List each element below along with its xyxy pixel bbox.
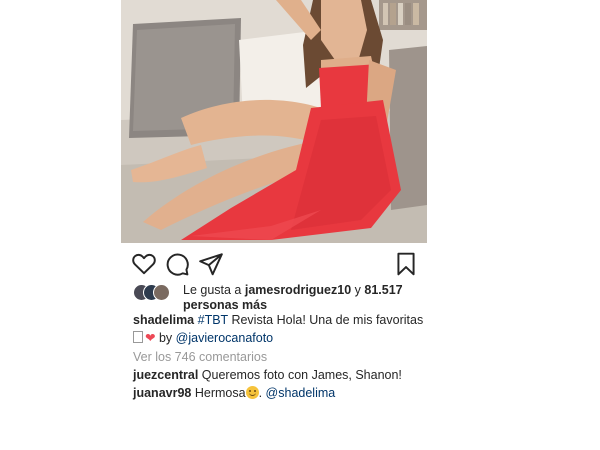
smiling-face-icon (245, 386, 259, 399)
comment-username[interactable]: juanavr98 (133, 386, 191, 400)
likes-count[interactable]: 81.517 (364, 283, 402, 297)
likes-suffix[interactable]: personas más (183, 298, 267, 312)
avatar (153, 284, 170, 301)
comment-mention[interactable]: @shadelima (266, 386, 336, 400)
liker-username[interactable]: jamesrodriguez10 (245, 283, 351, 297)
caption-username[interactable]: shadelima (133, 313, 194, 327)
liker-avatars[interactable] (133, 284, 177, 301)
likes-connector: y (354, 283, 361, 297)
caption-hashtag[interactable]: #TBT (198, 313, 228, 327)
post-photo[interactable] (121, 0, 427, 243)
heart-icon[interactable] (131, 251, 157, 277)
comment-text: Hermosa (194, 386, 246, 400)
caption-mention[interactable]: @javierocanafoto (176, 331, 273, 345)
instagram-post (121, 0, 427, 283)
post-caption-area: shadelima #TBT Revista Hola! Una de mis … (133, 312, 428, 401)
comment-item: juanavr98 Hermosa. @shadelima (133, 385, 428, 401)
comment-item: juezcentral Queremos foto con James, Sha… (133, 367, 428, 383)
heart-emoji-icon: ❤ (145, 331, 156, 345)
share-icon[interactable] (198, 251, 224, 277)
missing-glyph-icon (133, 331, 143, 343)
comment-icon[interactable] (164, 251, 190, 277)
comment-text: Queremos foto con James, Shanon! (201, 368, 402, 382)
comment-punctuation: . (258, 386, 263, 400)
caption-line: shadelima #TBT Revista Hola! Una de mis … (133, 312, 428, 328)
post-image-illustration (121, 0, 427, 243)
caption-by-line: ❤ by @javierocanafoto (133, 330, 428, 346)
likes-prefix: Le gusta a (183, 283, 242, 297)
likes-summary: Le gusta a jamesrodriguez10 y 81.517 per… (133, 283, 423, 313)
caption-by-label: by (158, 331, 173, 345)
view-comments-link[interactable]: Ver los 746 comentarios (133, 349, 428, 365)
post-action-bar (121, 243, 427, 283)
bookmark-icon[interactable] (393, 251, 419, 277)
comment-username[interactable]: juezcentral (133, 368, 198, 382)
caption-text: Revista Hola! Una de mis favoritas (231, 313, 424, 327)
